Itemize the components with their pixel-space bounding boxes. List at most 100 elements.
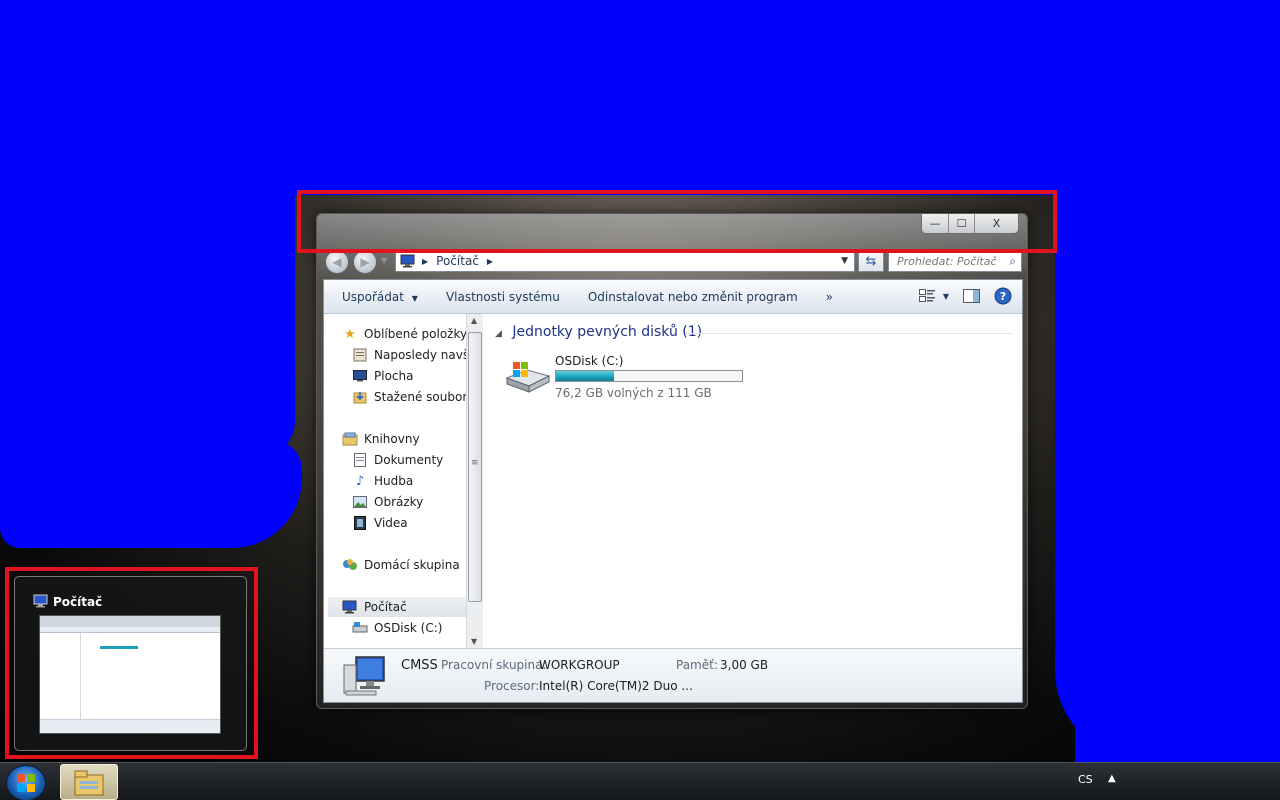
group-divider xyxy=(685,333,1013,334)
computer-icon xyxy=(400,253,416,269)
nav-computer-label: Počítač xyxy=(364,600,407,614)
recent-places-icon xyxy=(352,347,368,363)
taskbar-explorer-button[interactable] xyxy=(60,764,118,800)
change-view-button[interactable]: ▼ xyxy=(918,289,949,303)
search-input[interactable]: Prohledat: Počítač ⌕ xyxy=(888,250,1022,272)
nav-osdisk[interactable]: OSDisk (C:) xyxy=(352,618,442,638)
blue-overlay xyxy=(0,0,1280,175)
help-icon: ? xyxy=(994,287,1012,305)
hard-drive-icon xyxy=(503,360,551,397)
highlight-title-bar xyxy=(297,190,1057,253)
breadcrumb-separator-icon: ▶ xyxy=(486,256,494,266)
group-header[interactable]: ◢ Jednotky pevných disků (1) xyxy=(495,324,702,340)
refresh-icon: ⇆ xyxy=(865,253,877,269)
nav-music[interactable]: ♪ Hudba xyxy=(352,471,413,491)
windows-logo-icon xyxy=(17,774,35,792)
highlight-thumbnail-preview xyxy=(5,567,258,759)
libraries-icon xyxy=(342,431,358,447)
documents-icon xyxy=(352,452,368,468)
system-properties-button[interactable]: Vlastnosti systému xyxy=(432,290,574,304)
cpu-value: Intel(R) Core(TM)2 Duo ... xyxy=(539,679,693,693)
nav-homegroup[interactable]: Domácí skupina xyxy=(342,555,460,575)
view-controls: ▼ ? xyxy=(918,287,1012,305)
music-note-icon: ♪ xyxy=(355,473,365,489)
explorer-client-area: Uspořádat ▼ Vlastnosti systému Odinstalo… xyxy=(323,279,1023,703)
history-dropdown-icon[interactable]: ▼ xyxy=(381,256,387,265)
view-icon xyxy=(918,289,935,302)
blue-overlay xyxy=(0,170,295,460)
breadcrumb-computer[interactable]: Počítač xyxy=(436,254,479,268)
star-icon: ★ xyxy=(344,326,356,342)
nav-downloads-label: Stažené soubory xyxy=(374,390,475,404)
workgroup-value: WORKGROUP xyxy=(539,658,620,672)
homegroup-icon xyxy=(342,557,358,573)
collapse-icon: ◢ xyxy=(495,329,502,339)
nav-videos-label: Videa xyxy=(374,516,408,530)
group-header-label: Jednotky pevných disků (1) xyxy=(512,324,703,340)
drive-usage-fill xyxy=(556,371,614,381)
blue-overlay xyxy=(0,440,302,548)
command-bar: Uspořádat ▼ Vlastnosti systému Odinstalo… xyxy=(324,280,1022,314)
nav-pictures[interactable]: Obrázky xyxy=(352,492,423,512)
breadcrumb-separator-icon: ▶ xyxy=(422,256,429,266)
nav-favorites-label: Oblíbené položky xyxy=(364,327,468,341)
nav-music-label: Hudba xyxy=(374,474,414,488)
forward-button[interactable]: ▶ xyxy=(353,250,377,274)
chevron-down-icon: ▼ xyxy=(411,293,418,303)
nav-pictures-label: Obrázky xyxy=(374,495,424,509)
nav-downloads[interactable]: Stažené soubory xyxy=(352,387,474,407)
nav-favorites[interactable]: ★ Oblíbené položky xyxy=(342,324,467,344)
nav-computer[interactable]: Počítač xyxy=(328,597,482,617)
cpu-label: Procesor: xyxy=(484,679,540,693)
scroll-up-icon[interactable]: ▲ xyxy=(471,316,477,325)
nav-osdisk-label: OSDisk (C:) xyxy=(374,621,443,635)
details-pane: CMSS Pracovní skupina: WORKGROUP Paměť: … xyxy=(324,648,1022,702)
blue-overlay xyxy=(1075,580,1280,762)
taskbar: CS ▲ xyxy=(0,762,1280,800)
nav-documents-label: Dokumenty xyxy=(374,453,444,467)
nav-libraries[interactable]: Knihovny xyxy=(342,429,420,449)
start-button[interactable] xyxy=(6,765,46,800)
desktop-icon xyxy=(352,368,368,384)
grip-icon: ≡ xyxy=(471,458,479,468)
address-bar[interactable]: ▶ Počítač ▶ ▼ xyxy=(395,250,855,272)
memory-value: 3,00 GB xyxy=(720,658,769,672)
content-pane: ◢ Jednotky pevných disků (1) OSDisk (C:)… xyxy=(489,314,1019,648)
navigation-pane: ★ Oblíbené položky Naposledy navštívené … xyxy=(324,314,482,648)
nav-homegroup-label: Domácí skupina xyxy=(364,558,460,572)
nav-libraries-label: Knihovny xyxy=(364,432,420,446)
forward-arrow-icon: ▶ xyxy=(360,255,370,269)
preview-pane-icon xyxy=(963,289,980,303)
language-indicator[interactable]: CS xyxy=(1078,773,1093,786)
chevron-down-icon: ▼ xyxy=(942,291,949,301)
nav-desktop[interactable]: Plocha xyxy=(352,366,413,386)
workgroup-label: Pracovní skupina: xyxy=(441,658,547,672)
drive-free-space: 76,2 GB volných z 111 GB xyxy=(555,386,712,400)
search-icon: ⌕ xyxy=(1009,253,1016,268)
scroll-down-icon[interactable]: ▼ xyxy=(471,637,477,646)
downloads-folder-icon xyxy=(352,389,368,405)
organize-label: Uspořádat xyxy=(342,289,404,304)
uninstall-program-button[interactable]: Odinstalovat nebo změnit program xyxy=(574,290,812,304)
help-button[interactable]: ? xyxy=(994,287,1012,305)
refresh-button[interactable]: ⇆ xyxy=(858,250,884,272)
more-commands-button[interactable]: » xyxy=(812,290,847,304)
drive-usage-bar xyxy=(555,370,743,382)
scroll-thumb[interactable]: ≡ xyxy=(468,332,482,602)
nav-videos[interactable]: Videa xyxy=(352,513,408,533)
memory-label: Paměť: xyxy=(676,658,718,672)
back-button[interactable]: ◀ xyxy=(325,250,349,274)
svg-text:?: ? xyxy=(1000,290,1006,303)
nav-desktop-label: Plocha xyxy=(374,369,414,383)
pictures-icon xyxy=(352,494,368,510)
back-arrow-icon: ◀ xyxy=(332,255,342,269)
address-dropdown-icon[interactable]: ▼ xyxy=(841,256,848,266)
explorer-window: — ☐ X ◀ ▶ ▼ ▶ Počítač ▶ ▼ ⇆ Prohledat: P… xyxy=(316,213,1028,709)
show-hidden-icons-button[interactable]: ▲ xyxy=(1108,773,1116,784)
computer-large-icon xyxy=(342,655,386,700)
nav-documents[interactable]: Dokumenty xyxy=(352,450,443,470)
organize-button[interactable]: Uspořádat ▼ xyxy=(324,290,432,304)
nav-recent-places[interactable]: Naposledy navštívené xyxy=(352,345,482,365)
preview-pane-button[interactable] xyxy=(963,289,980,303)
nav-scrollbar[interactable]: ▲ ≡ ▼ xyxy=(466,314,483,648)
